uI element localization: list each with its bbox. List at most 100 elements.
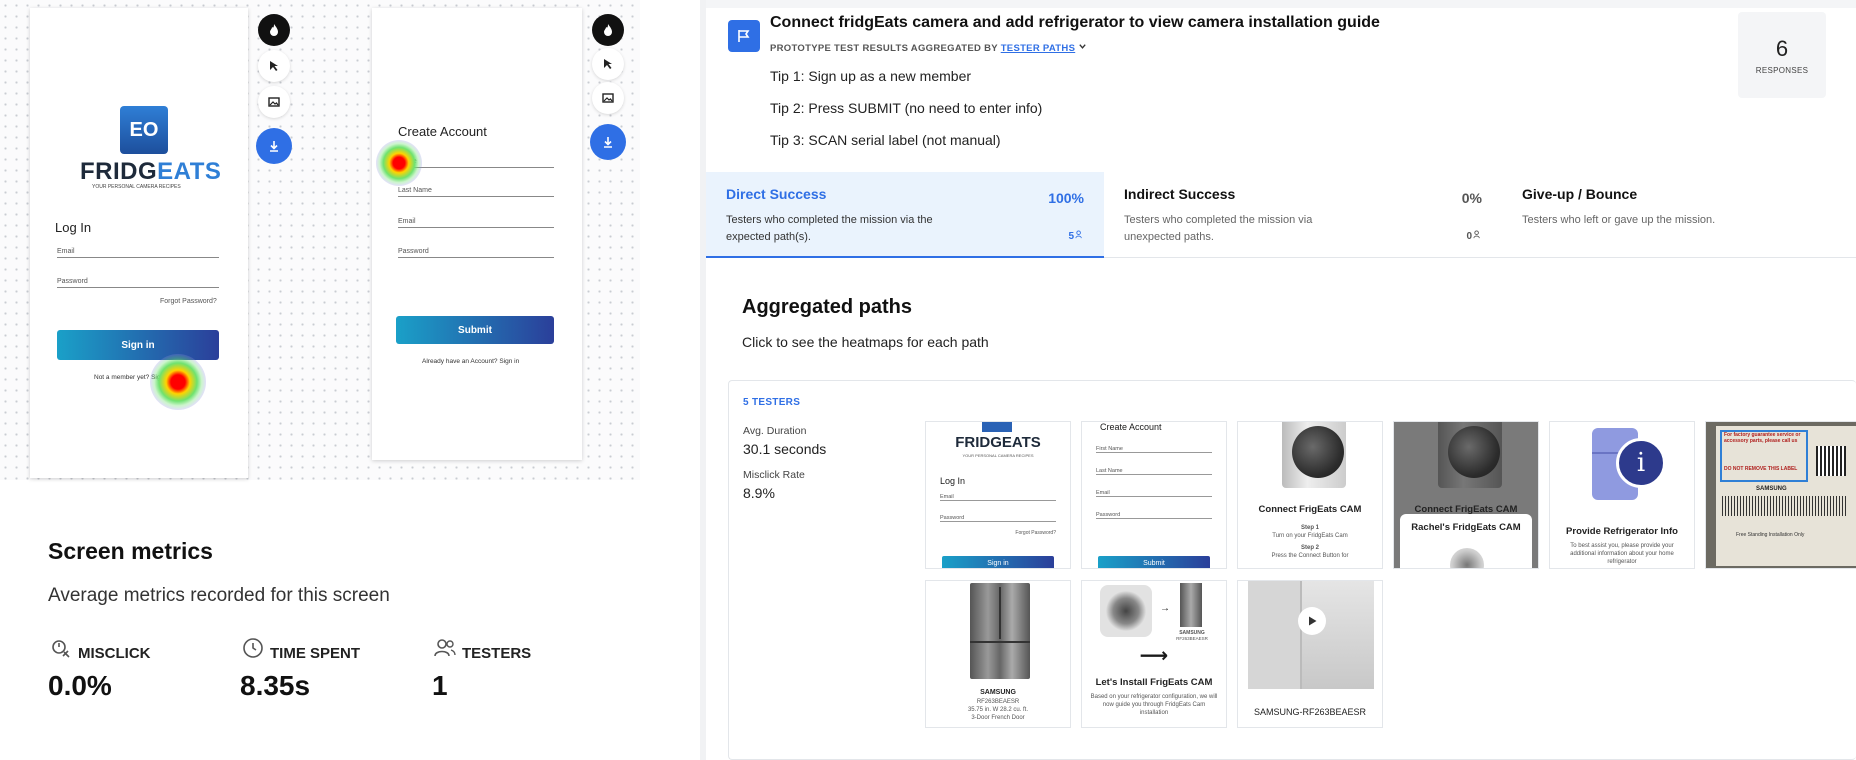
thumb-title: Connect FrigEats CAM [1258, 504, 1362, 515]
prototype-canvas: EO FRIDGEATS YOUR PERSONAL CAMERA RECIPE… [0, 0, 640, 480]
fridgeats-logo-icon: EO [120, 106, 168, 154]
thumb-step1: Step 1 [1300, 525, 1319, 531]
tester-paths-dropdown[interactable]: TESTER PATHS [1001, 43, 1076, 54]
sign-in-link[interactable]: Already have an Account? Sign in [422, 358, 519, 365]
tip-3: Tip 3: SCAN serial label (not manual) [770, 132, 1001, 148]
download-icon[interactable] [590, 124, 626, 160]
sign-in-button[interactable]: Sign in [57, 330, 219, 360]
path-screen-thumbnail-login[interactable]: FRIDGEATS YOUR PERSONAL CAMERA RECIPES L… [925, 421, 1071, 569]
flame-icon[interactable] [258, 14, 290, 46]
top-strip [706, 0, 1856, 8]
give-up-tab[interactable]: Give-up / Bounce Testers who left or gav… [1502, 172, 1856, 258]
metric-misclick: MISCLICK 0.0% [48, 636, 151, 702]
path-screen-thumbnail-install-cam[interactable]: → SAMSUNG RF263BEAESR ⟶ Let's Install Fr… [1081, 580, 1227, 728]
cam-found-popup: Rachel's FridgEats CAM [1400, 514, 1532, 568]
path-screen-thumbnail-refrigerator-model[interactable]: SAMSUNG RF263BEAESR 35.75 in. W 28.2 cu.… [925, 580, 1071, 728]
camera-lens-icon [1450, 548, 1484, 568]
direct-success-tab[interactable]: Direct Success 100% Testers who complete… [706, 172, 1104, 258]
flag-icon [728, 20, 760, 52]
path-screen-thumbnail-connect-cam[interactable]: Connect FrigEats CAM Step 1 Turn on your… [1237, 421, 1383, 569]
screen-create-account[interactable]: Create Account Name Last Name Email Pass… [372, 8, 582, 460]
refrigerator-image [970, 583, 1030, 679]
thumb-last-name-field: Last Name [1096, 468, 1212, 475]
direct-success-title: Direct Success [726, 186, 827, 202]
email-field[interactable]: Email [398, 218, 554, 228]
email-field[interactable]: Email [57, 248, 219, 258]
label-brand: SAMSUNG [1756, 486, 1787, 492]
camera-lens-icon [1448, 426, 1500, 478]
thumb-email-field: Email [940, 494, 1056, 501]
path-screen-thumbnail-refrigerator-info[interactable]: i Provide Refrigerator Info To best assi… [1549, 421, 1695, 569]
path-card[interactable]: 5 TESTERS Avg. Duration 30.1 seconds Mis… [728, 380, 1856, 760]
thumb-model-label: SAMSUNG-RF263BEAESR [1253, 707, 1367, 717]
image-icon[interactable] [258, 86, 290, 118]
cursor-path-icon[interactable] [592, 48, 624, 80]
forgot-password-link[interactable]: Forgot Password? [160, 298, 217, 305]
thumb-first-name-field: First Name [1096, 446, 1212, 453]
testers-label: TESTERS [462, 645, 532, 662]
create-account-title: Create Account [398, 124, 487, 139]
thumb-type: 3-Door French Door [971, 715, 1025, 721]
responses-card: 6 RESPONSES [1738, 12, 1826, 98]
aggregated-paths-title: Aggregated paths [742, 296, 913, 318]
avg-duration-value: 30.1 seconds [743, 441, 827, 457]
thumb-step2: Step 2 [1300, 545, 1319, 551]
screen-metrics-title: Screen metrics [48, 538, 213, 564]
play-icon[interactable] [1298, 607, 1326, 635]
users-icon [434, 639, 456, 657]
image-icon[interactable] [592, 82, 624, 114]
indirect-success-count: 0 [1466, 230, 1482, 242]
last-name-field[interactable]: Last Name [398, 187, 554, 197]
thumb-text: Based on your refrigerator configuration… [1090, 694, 1218, 716]
thumb-text: To best assist you, please provide your … [1570, 543, 1674, 565]
download-icon[interactable] [256, 128, 292, 164]
thumb-title: Let's Install FrigEats CAM [1095, 677, 1213, 688]
indirect-success-percent: 0% [1461, 190, 1482, 206]
testers-value: 1 [432, 670, 448, 701]
tip-1: Tip 1: Sign up as a new member [770, 68, 972, 84]
label-remove-warning: DO NOT REMOVE THIS LABEL [1724, 466, 1798, 472]
video-preview [1248, 581, 1374, 689]
path-screen-thumbnail-serial-label[interactable]: For factory guarantee service or accesso… [1705, 421, 1856, 569]
mission-title: Connect fridgEats camera and add refrige… [770, 14, 1380, 31]
cursor-path-icon[interactable] [258, 50, 290, 82]
path-screen-thumbnail-create-account[interactable]: Create Account First Name Last Name Emai… [1081, 421, 1227, 569]
thumb-size: 35.75 in. W 28.2 cu. ft. [967, 707, 1029, 713]
direct-success-percent: 100% [1048, 190, 1084, 206]
misclick-value: 0.0% [48, 670, 112, 701]
qr-code-icon [1816, 446, 1846, 476]
screen-login[interactable]: EO FRIDGEATS YOUR PERSONAL CAMERA RECIPE… [30, 8, 248, 478]
path-screen-thumbnail-cam-found[interactable]: Connect FrigEats CAM Rachel's FridgEats … [1393, 421, 1539, 569]
thumb-brand: SAMSUNG [980, 689, 1016, 696]
click-heatmap-spot [150, 354, 206, 410]
direct-success-count: 5 [1068, 230, 1084, 242]
mission-results-panel: Connect fridgEats camera and add refrige… [706, 0, 1856, 760]
path-testers-count: 5 TESTERS [743, 397, 801, 408]
chevron-down-icon[interactable] [1078, 43, 1087, 54]
direct-success-desc: Testers who completed the mission via th… [726, 214, 933, 243]
thumb-forgot: Forgot Password? [1015, 530, 1056, 536]
avg-duration-label: Avg. Duration [743, 425, 807, 437]
heatmap-panel: EO FRIDGEATS YOUR PERSONAL CAMERA RECIPE… [0, 0, 700, 760]
thumb-signin-button: Sign in [942, 556, 1054, 568]
flame-icon[interactable] [592, 14, 624, 46]
refrigerator-image [1180, 583, 1202, 627]
indirect-success-tab[interactable]: Indirect Success 0% Testers who complete… [1104, 172, 1502, 258]
fridgeats-logo-icon [982, 422, 1012, 432]
tip-2: Tip 2: Press SUBMIT (no need to enter in… [770, 100, 1043, 116]
arrow-right-icon: → [1160, 603, 1170, 614]
thumb-model: RF263BEAESR [976, 699, 1020, 705]
thumb-tagline: YOUR PERSONAL CAMERA RECIPES [962, 453, 1034, 458]
thumb-title: Create Account [1100, 422, 1162, 432]
thumb-title: Log In [940, 476, 966, 486]
password-field[interactable]: Password [398, 248, 554, 258]
time-spent-label: TIME SPENT [270, 645, 361, 662]
indirect-success-desc: Testers who completed the mission via un… [1124, 214, 1313, 243]
info-icon: i [1616, 438, 1666, 488]
responses-count: 6 [1775, 36, 1789, 61]
give-up-title: Give-up / Bounce [1522, 186, 1638, 202]
fridgeats-logo-text: FRIDGEATS [80, 158, 222, 185]
submit-button[interactable]: Submit [396, 316, 554, 344]
password-field[interactable]: Password [57, 278, 219, 288]
path-screen-thumbnail-install-video[interactable]: SAMSUNG-RF263BEAESR [1237, 580, 1383, 728]
